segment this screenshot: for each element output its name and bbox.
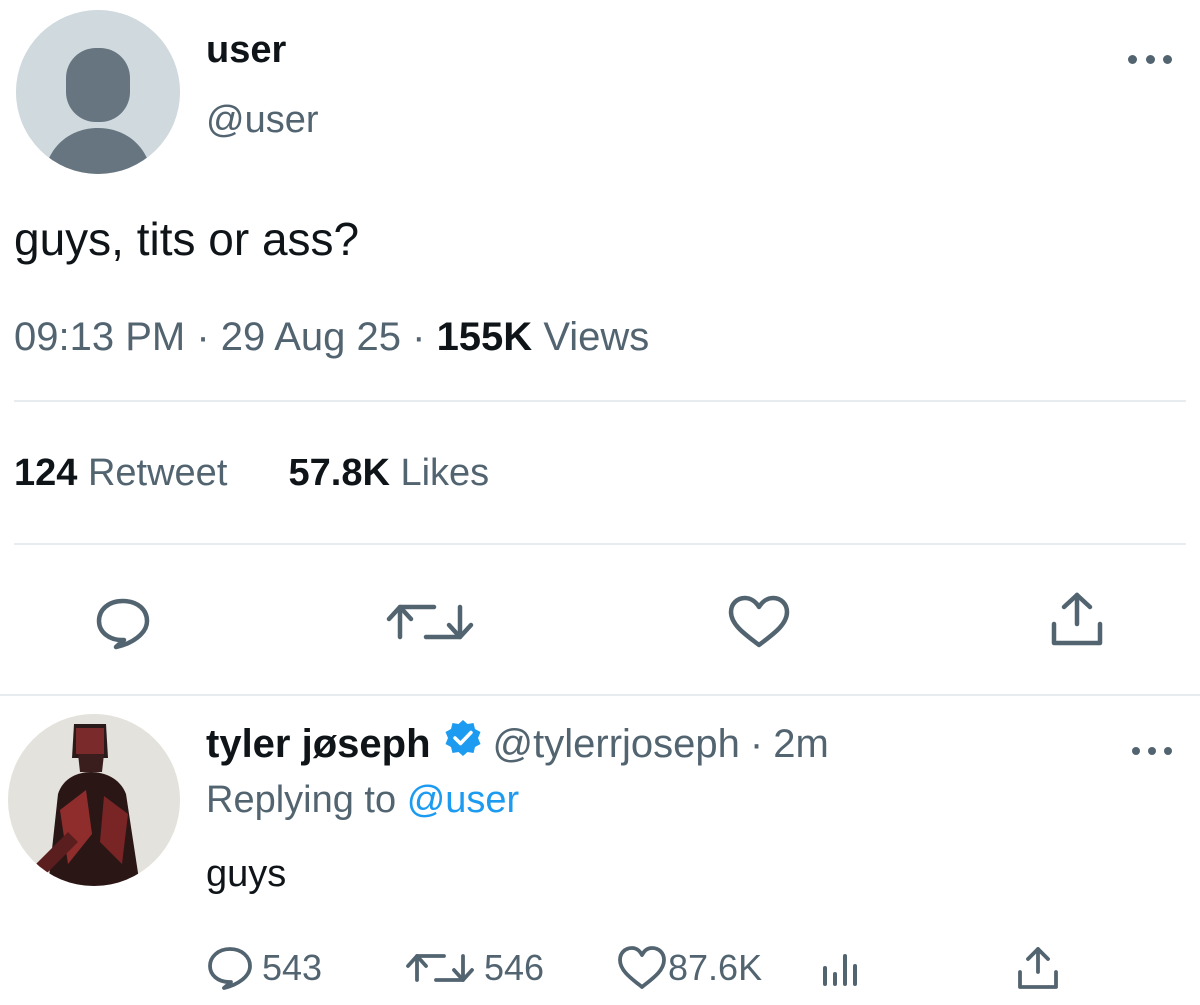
reply-text: guys <box>206 853 287 895</box>
retweet-button[interactable] <box>384 597 476 647</box>
verified-badge-icon <box>443 718 483 770</box>
reply-retweet-button[interactable]: 546 <box>404 944 544 992</box>
tweet-text: guys, tits or ass? <box>14 213 360 265</box>
reply-views-button[interactable] <box>818 944 862 992</box>
dot-icon <box>1132 747 1140 755</box>
tweet-stats: 124 Retweet 57.8K Likes <box>14 450 489 496</box>
share-icon <box>1018 947 1058 989</box>
meta-separator: · <box>196 315 210 359</box>
heart-icon <box>618 946 666 989</box>
reply-likes-count: 87.6K <box>668 947 763 988</box>
retweets-stat[interactable]: 124 Retweet <box>14 452 238 494</box>
views-count: 155K <box>436 315 533 359</box>
dot-icon <box>1145 54 1155 64</box>
header-separator: · <box>749 722 764 766</box>
meta-separator: · <box>412 315 426 359</box>
share-icon <box>1051 592 1103 646</box>
dot-icon <box>1148 747 1156 755</box>
like-button[interactable] <box>726 594 792 650</box>
replying-to-mention[interactable]: @user <box>407 779 520 821</box>
divider <box>14 400 1186 402</box>
dot-icon <box>1128 54 1137 64</box>
reply-more-options-button[interactable] <box>1132 740 1172 762</box>
reply-author-handle[interactable]: @tylerrjoseph <box>493 719 740 769</box>
retweet-icon <box>406 954 474 982</box>
profile-photo-icon <box>8 714 180 886</box>
reply-author-avatar[interactable] <box>8 714 180 886</box>
tweet-date[interactable]: 29 Aug 25 <box>221 315 401 359</box>
replying-to-line: Replying to @user <box>206 776 519 824</box>
author-name[interactable]: user <box>206 28 286 72</box>
heart-icon <box>728 595 790 648</box>
reply-button[interactable] <box>94 596 152 650</box>
author-avatar[interactable] <box>16 10 180 174</box>
share-button[interactable] <box>1048 590 1106 648</box>
author-handle[interactable]: @user <box>206 98 319 142</box>
retweet-icon <box>386 604 474 640</box>
replying-label: Replying to <box>206 779 397 821</box>
tweet-meta: 09:13 PM · 29 Aug 25 · 155K Views <box>14 312 649 362</box>
retweets-count: 124 <box>14 452 78 494</box>
analytics-icon <box>823 954 857 986</box>
tweet-time[interactable]: 09:13 PM <box>14 315 185 359</box>
default-profile-icon <box>16 10 180 174</box>
dot-icon <box>1163 54 1172 64</box>
retweets-label: Retweet <box>87 452 228 494</box>
reply-retweets-count: 546 <box>484 947 545 988</box>
divider <box>0 694 1200 696</box>
reply-reply-button[interactable]: 543 <box>206 944 322 992</box>
likes-stat[interactable]: 57.8K Likes <box>289 452 490 494</box>
more-options-button[interactable] <box>1128 44 1172 74</box>
reply-header: tyler jøseph @tylerrjoseph · 2m <box>206 718 829 770</box>
dot-icon <box>1164 747 1172 755</box>
divider <box>14 543 1186 545</box>
reply-icon <box>208 947 252 990</box>
reply-replies-count: 543 <box>262 947 323 988</box>
likes-count: 57.8K <box>288 452 390 494</box>
views-label: Views <box>543 315 650 359</box>
reply-share-button[interactable] <box>1014 944 1062 992</box>
reply-timestamp[interactable]: 2m <box>773 719 829 769</box>
reply-author-name[interactable]: tyler jøseph <box>206 719 431 769</box>
reply-icon <box>96 598 150 650</box>
reply-like-button[interactable]: 87.6K <box>616 944 762 992</box>
likes-label: Likes <box>400 452 490 494</box>
